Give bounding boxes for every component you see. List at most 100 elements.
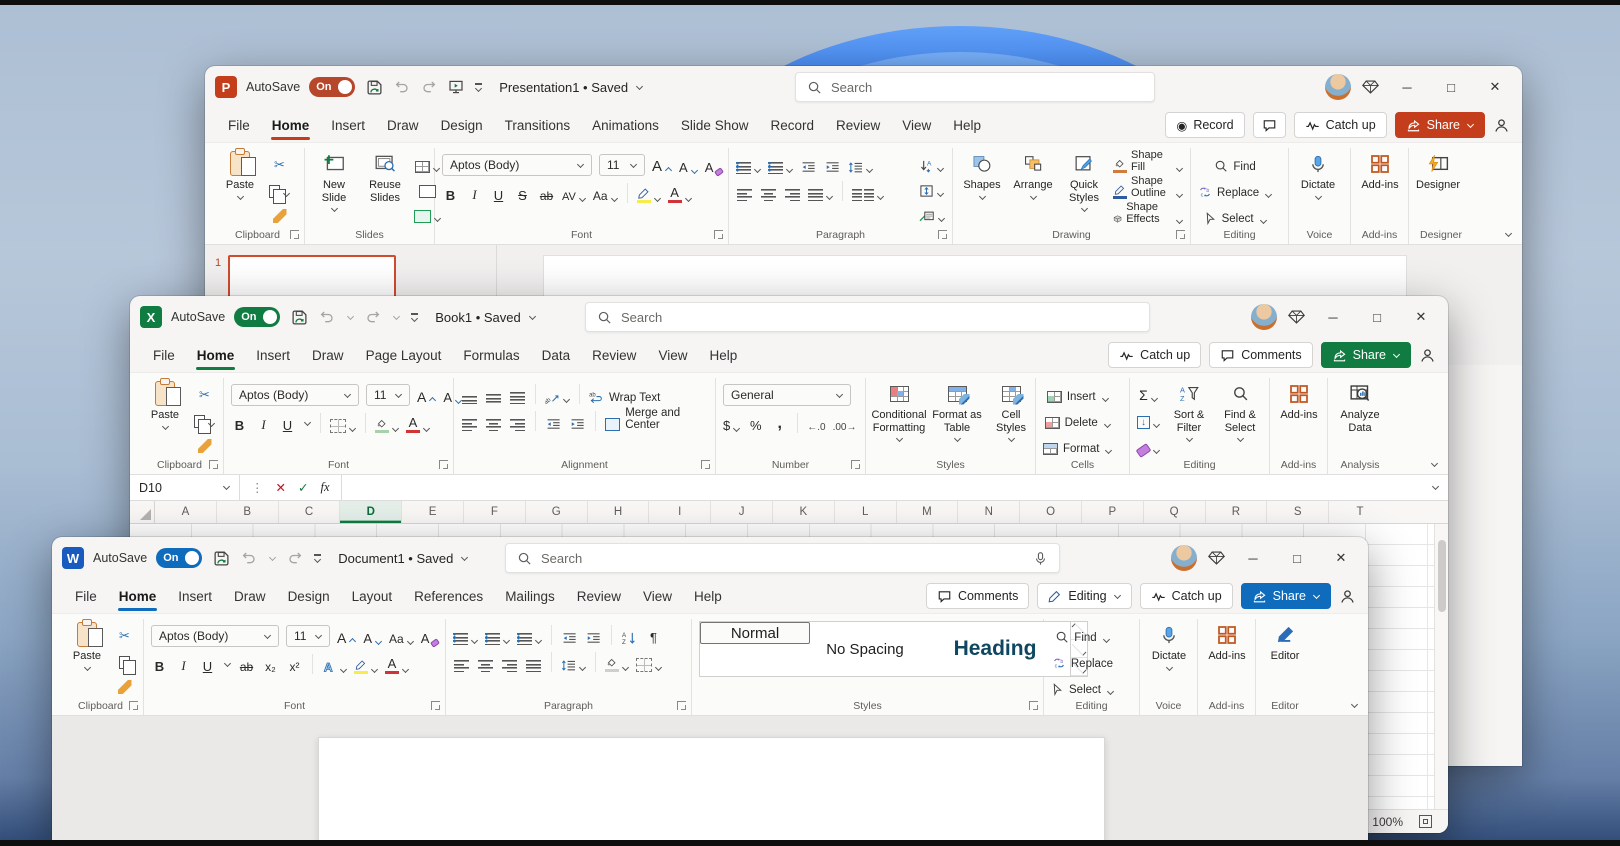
autosave-toggle[interactable]: On xyxy=(234,307,280,327)
bullets-button[interactable] xyxy=(736,154,761,174)
tab-design[interactable]: Design xyxy=(277,579,341,613)
bottom-align-button[interactable] xyxy=(509,384,526,404)
text-effects-button[interactable] xyxy=(322,654,347,674)
collapse-ribbon-chevron[interactable] xyxy=(1351,701,1358,708)
column-header[interactable]: L xyxy=(835,501,897,523)
tab-insert[interactable]: Insert xyxy=(320,108,376,142)
underline-button[interactable]: U xyxy=(490,183,507,203)
select-button[interactable]: Select xyxy=(1051,676,1114,696)
cut-button[interactable]: ✂ xyxy=(116,624,133,644)
shape-effects-button[interactable]: Shape Effects xyxy=(1113,205,1183,225)
column-header[interactable]: C xyxy=(279,501,341,523)
tab-view[interactable]: View xyxy=(891,108,942,142)
font-color-button[interactable]: A xyxy=(385,654,409,674)
comments-button[interactable]: Comments xyxy=(926,583,1029,609)
redo-icon[interactable] xyxy=(421,79,437,95)
tab-slide-show[interactable]: Slide Show xyxy=(670,108,760,142)
decrease-indent-button[interactable] xyxy=(561,625,578,645)
column-header[interactable]: R xyxy=(1206,501,1268,523)
grow-font-button[interactable]: A xyxy=(337,626,356,646)
italic-button[interactable]: I xyxy=(175,654,192,674)
close-button[interactable]: ✕ xyxy=(1404,300,1438,334)
document-page[interactable] xyxy=(318,737,1105,846)
tab-file[interactable]: File xyxy=(142,338,186,372)
undo-icon[interactable] xyxy=(394,79,410,95)
enter-button[interactable]: ✓ xyxy=(298,480,308,495)
convert-to-smartart-button[interactable] xyxy=(918,203,945,223)
format-as-table-button[interactable]: Format as Table xyxy=(932,380,982,443)
name-box-options-icon[interactable]: ⋮ xyxy=(251,480,264,495)
undo-chevron[interactable] xyxy=(347,312,354,319)
document-title[interactable]: Document1 • Saved xyxy=(338,551,468,566)
maximize-button[interactable]: □ xyxy=(1434,70,1468,104)
style-no-spacing[interactable]: No Spacing xyxy=(810,622,920,676)
autosave-toggle[interactable]: On xyxy=(156,548,202,568)
tab-draw[interactable]: Draw xyxy=(301,338,355,372)
column-header[interactable]: M xyxy=(897,501,959,523)
user-avatar[interactable] xyxy=(1171,545,1197,571)
select-button[interactable]: Select xyxy=(1198,205,1272,225)
align-right-button[interactable] xyxy=(501,652,518,672)
paste-button[interactable]: Paste xyxy=(65,621,109,672)
strikethrough-button[interactable]: ab xyxy=(238,654,255,674)
cut-button[interactable]: ✂ xyxy=(269,153,290,173)
bold-button[interactable]: B xyxy=(231,413,248,433)
format-painter-button[interactable] xyxy=(194,433,215,453)
shadow-strike-button[interactable]: S xyxy=(514,183,531,203)
dictate-button[interactable]: Dictate xyxy=(1296,150,1340,201)
fill-color-button[interactable] xyxy=(375,413,399,433)
column-header[interactable]: P xyxy=(1082,501,1144,523)
tab-help[interactable]: Help xyxy=(942,108,992,142)
tab-review[interactable]: Review xyxy=(566,579,632,613)
redo-icon[interactable] xyxy=(287,550,303,566)
tab-data[interactable]: Data xyxy=(531,338,582,372)
column-header[interactable]: J xyxy=(711,501,773,523)
copy-button[interactable] xyxy=(269,178,290,198)
replace-button[interactable]: Replace xyxy=(1198,179,1272,199)
tab-file[interactable]: File xyxy=(217,108,261,142)
align-left-button[interactable] xyxy=(461,411,478,431)
underline-button[interactable]: U xyxy=(279,413,296,433)
editing-mode-button[interactable]: Editing xyxy=(1037,583,1131,609)
reuse-slides-button[interactable]: Reuse Slides xyxy=(363,150,407,204)
replace-button[interactable]: Replace xyxy=(1051,650,1114,670)
addins-button[interactable]: Add-ins xyxy=(1277,380,1321,422)
column-header[interactable]: E xyxy=(402,501,464,523)
tab-review[interactable]: Review xyxy=(825,108,891,142)
document-title[interactable]: Book1 • Saved xyxy=(435,310,536,325)
share-button[interactable]: Share xyxy=(1321,342,1411,368)
save-icon[interactable] xyxy=(291,309,308,326)
format-cells-button[interactable]: Format xyxy=(1043,435,1112,455)
share-button[interactable]: Share xyxy=(1241,583,1331,609)
maximize-button[interactable]: □ xyxy=(1280,541,1314,575)
drawing-dialog-launcher[interactable] xyxy=(1176,230,1185,239)
dictate-button[interactable]: Dictate xyxy=(1147,621,1191,672)
wrap-text-button[interactable]: Wrap Text xyxy=(589,384,660,404)
comma-style-button[interactable]: , xyxy=(771,413,788,433)
sort-filter-button[interactable]: Sort & Filter xyxy=(1167,380,1211,443)
premium-gem-icon[interactable] xyxy=(1361,79,1380,95)
sort-button[interactable] xyxy=(621,625,638,645)
paste-button[interactable]: Paste xyxy=(143,380,187,431)
tab-draw[interactable]: Draw xyxy=(223,579,277,613)
catch-up-button[interactable]: Catch up xyxy=(1108,342,1201,368)
column-header[interactable]: S xyxy=(1267,501,1329,523)
tab-view[interactable]: View xyxy=(647,338,698,372)
tab-references[interactable]: References xyxy=(403,579,494,613)
increase-indent-button[interactable] xyxy=(569,411,586,431)
shape-fill-button[interactable]: Shape Fill xyxy=(1113,153,1183,173)
fit-to-window-icon[interactable] xyxy=(1419,815,1432,828)
select-all-corner[interactable] xyxy=(130,501,155,523)
text-direction-button[interactable] xyxy=(918,153,945,173)
align-left-button[interactable] xyxy=(736,181,753,201)
accounting-format-button[interactable]: $ xyxy=(723,413,740,433)
word-app-icon[interactable]: W xyxy=(62,547,84,569)
autosum-button[interactable]: Σ xyxy=(1137,383,1160,403)
find-button[interactable]: Find xyxy=(1051,624,1114,644)
number-dialog-launcher[interactable] xyxy=(851,460,860,469)
font-dialog-launcher[interactable] xyxy=(439,460,448,469)
tab-formulas[interactable]: Formulas xyxy=(452,338,530,372)
excel-app-icon[interactable]: X xyxy=(140,306,162,328)
editor-button[interactable]: Editor xyxy=(1263,621,1307,663)
expand-formula-bar-chevron[interactable] xyxy=(1432,483,1439,490)
